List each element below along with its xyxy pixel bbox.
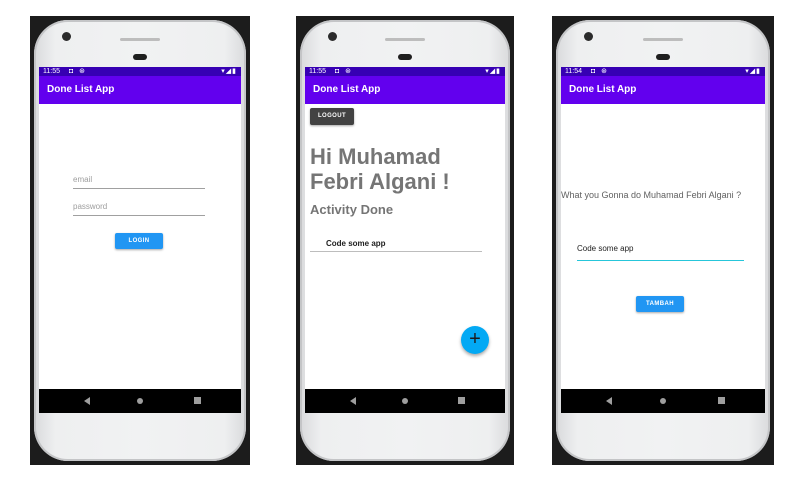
phone-body: 11:55 ◘ ⊛ ▾◢▮ Done List App LOGOUT Hi Mu… [300, 20, 510, 461]
nav-back-icon[interactable] [350, 397, 356, 405]
list-screen: 11:55 ◘ ⊛ ▾◢▮ Done List App LOGOUT Hi Mu… [305, 67, 505, 413]
activity-input[interactable]: Code some app [577, 244, 744, 261]
login-button[interactable]: LOGIN [115, 233, 163, 249]
notification-icons: ◘ ⊛ [591, 68, 610, 75]
status-time: 11:55 [43, 68, 60, 75]
proximity-sensor [133, 54, 147, 60]
app-bar-title: Done List App [305, 76, 505, 104]
nav-bar [39, 389, 241, 413]
proximity-sensor [656, 54, 670, 60]
phone-body: 11:55 ◘ ⊛ ▾◢▮ Done List App email passwo… [34, 20, 246, 461]
signal-battery-icons: ▾◢▮ [745, 68, 761, 75]
notification-icons: ◘ ⊛ [69, 68, 88, 75]
front-camera [62, 32, 71, 41]
phone-panel-add: 11:54 ◘ ⊛ ▾◢▮ Done List App What you Gon… [552, 16, 774, 465]
status-bar: 11:55 ◘ ⊛ ▾◢▮ [305, 67, 505, 76]
phone-panel-list: 11:55 ◘ ⊛ ▾◢▮ Done List App LOGOUT Hi Mu… [296, 16, 514, 465]
status-time: 11:55 [309, 68, 326, 75]
front-camera [584, 32, 593, 41]
login-screen: 11:55 ◘ ⊛ ▾◢▮ Done List App email passwo… [39, 67, 241, 413]
notification-icons: ◘ ⊛ [335, 68, 354, 75]
front-camera [328, 32, 337, 41]
nav-home-icon[interactable] [402, 398, 408, 404]
nav-home-icon[interactable] [660, 398, 666, 404]
earpiece-speaker [120, 38, 160, 41]
greeting-heading: Hi Muhamad Febri Algani ! [310, 144, 450, 194]
nav-home-icon[interactable] [137, 398, 143, 404]
add-fab-button[interactable]: + [461, 326, 489, 354]
list-item[interactable]: Code some app [310, 239, 482, 252]
logout-button[interactable]: LOGOUT [310, 108, 354, 125]
nav-recent-icon[interactable] [718, 397, 725, 404]
status-bar: 11:55 ◘ ⊛ ▾◢▮ [39, 67, 241, 76]
app-bar-title: Done List App [39, 76, 241, 104]
nav-back-icon[interactable] [606, 397, 612, 405]
activity-done-heading: Activity Done [310, 202, 394, 217]
password-field[interactable]: password [73, 201, 205, 216]
nav-bar [561, 389, 765, 413]
app-bar-title: Done List App [561, 76, 765, 104]
email-field[interactable]: email [73, 174, 205, 189]
proximity-sensor [398, 54, 412, 60]
phone-panel-login: 11:55 ◘ ⊛ ▾◢▮ Done List App email passwo… [30, 16, 250, 465]
signal-battery-icons: ▾◢▮ [485, 68, 501, 75]
phone-body: 11:54 ◘ ⊛ ▾◢▮ Done List App What you Gon… [556, 20, 770, 461]
nav-back-icon[interactable] [84, 397, 90, 405]
nav-recent-icon[interactable] [458, 397, 465, 404]
plus-icon: + [469, 328, 481, 350]
earpiece-speaker [385, 38, 425, 41]
add-screen: 11:54 ◘ ⊛ ▾◢▮ Done List App What you Gon… [561, 67, 765, 413]
nav-bar [305, 389, 505, 413]
status-time: 11:54 [565, 68, 582, 75]
tambah-button[interactable]: TAMBAH [636, 296, 684, 312]
earpiece-speaker [643, 38, 683, 41]
question-label: What you Gonna do Muhamad Febri Algani ? [561, 190, 742, 200]
status-bar: 11:54 ◘ ⊛ ▾◢▮ [561, 67, 765, 76]
nav-recent-icon[interactable] [194, 397, 201, 404]
signal-battery-icons: ▾◢▮ [221, 68, 237, 75]
